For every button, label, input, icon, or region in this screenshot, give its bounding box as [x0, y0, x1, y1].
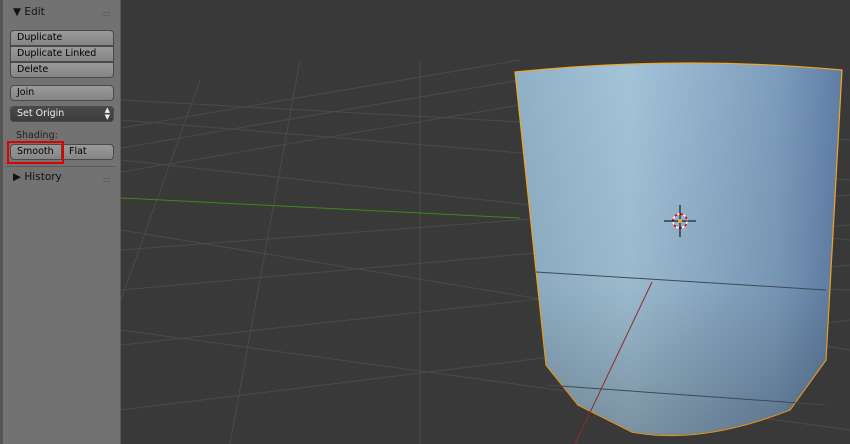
- set-origin-dropdown[interactable]: Set Origin ▲ ▼: [10, 106, 114, 122]
- shelf-edge[interactable]: [0, 0, 3, 444]
- join-button[interactable]: Join: [10, 85, 114, 101]
- flat-button[interactable]: Flat: [62, 144, 114, 160]
- delete-button[interactable]: Delete: [10, 62, 114, 78]
- highlight-box: [7, 141, 64, 164]
- 3d-viewport[interactable]: [121, 0, 850, 444]
- tool-shelf: ▼ Edit ::::: Duplicate Duplicate Linked …: [0, 0, 121, 444]
- divider: [6, 166, 116, 167]
- y-axis-line: [121, 197, 521, 219]
- shading-label: Shading:: [16, 130, 58, 141]
- history-panel-header[interactable]: ▶ History: [13, 171, 62, 183]
- duplicate-button[interactable]: Duplicate: [10, 30, 114, 46]
- updown-arrows-icon: ▲ ▼: [104, 106, 110, 121]
- history-grip-icon[interactable]: :::::: [102, 175, 112, 184]
- duplicate-linked-button[interactable]: Duplicate Linked: [10, 46, 114, 62]
- edit-grip-icon[interactable]: :::::: [102, 9, 112, 18]
- edit-panel-header[interactable]: ▼ Edit: [13, 6, 45, 18]
- set-origin-label: Set Origin: [17, 108, 65, 119]
